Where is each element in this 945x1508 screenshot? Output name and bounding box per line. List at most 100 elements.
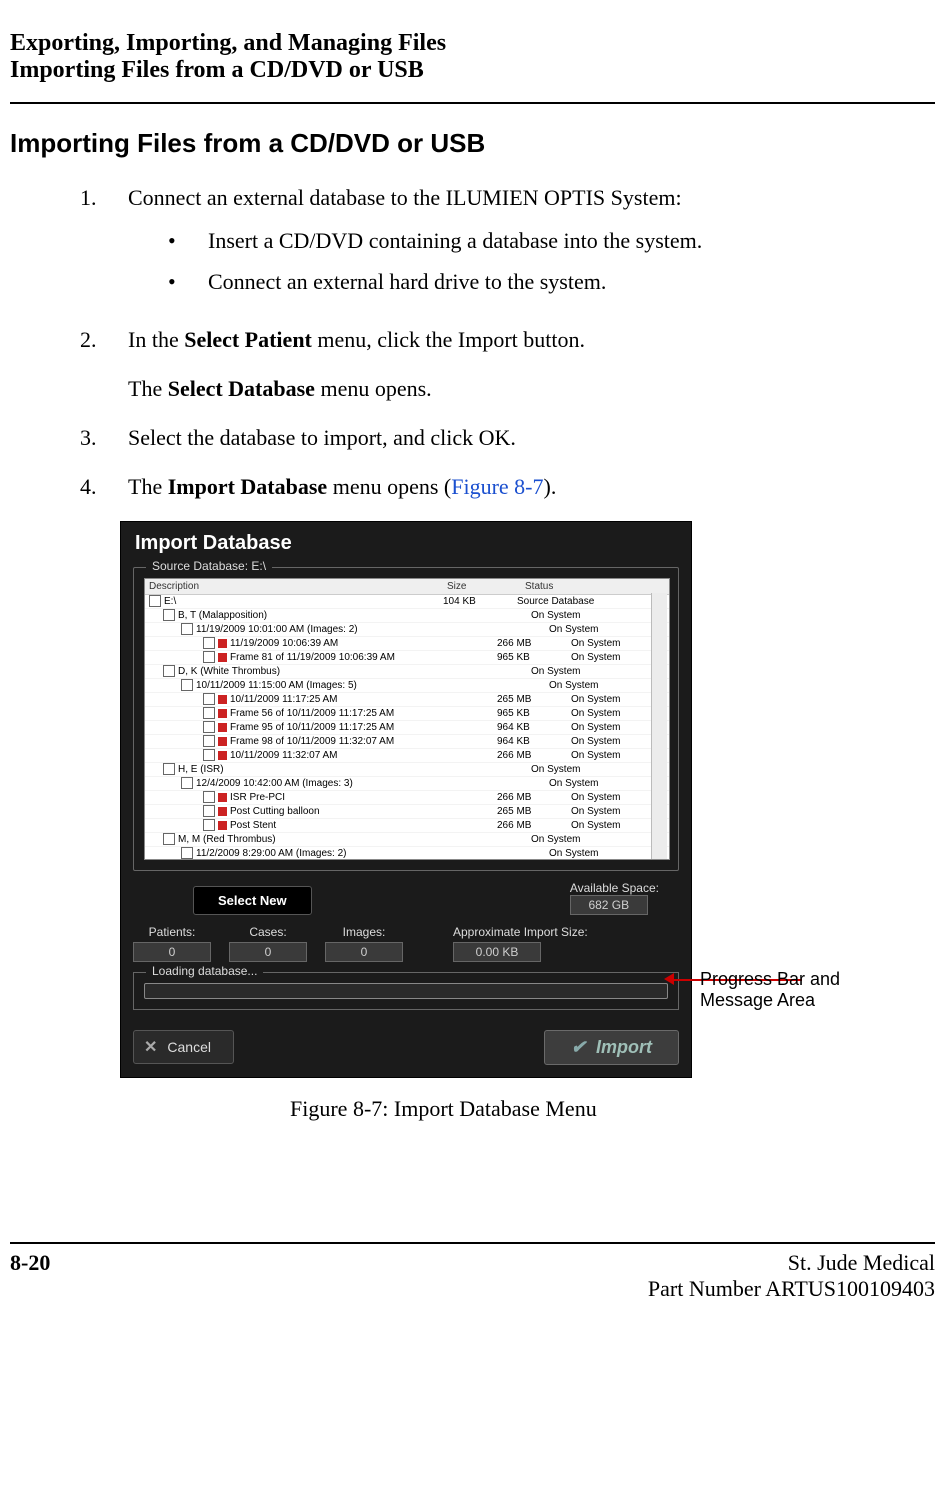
cases-label: Cases: [229,925,307,939]
text: Select Database [168,376,315,401]
checkbox[interactable] [203,707,215,719]
scrollbar[interactable] [651,593,667,859]
table-row[interactable]: H, E (ISR) On System [145,763,669,777]
select-new-button[interactable]: Select New [193,886,312,915]
loading-legend: Loading database... [146,964,263,978]
row-size: 266 MB [495,792,569,803]
row-description: 11/19/2009 10:01:00 AM (Images: 2) [196,624,358,635]
table-row[interactable]: Frame 56 of 10/11/2009 11:17:25 AM965 KB… [145,707,669,721]
row-status: On System [529,610,669,621]
checkbox[interactable] [203,721,215,733]
checkbox[interactable] [203,819,215,831]
cancel-button[interactable]: ✕ Cancel [133,1030,234,1064]
text: Message Area [700,990,815,1010]
table-row[interactable]: 10/11/2009 11:32:07 AM266 MBOn System [145,749,669,763]
file-icon [218,793,227,802]
bullet-text: Connect an external hard drive to the sy… [208,267,606,298]
import-button[interactable]: ✔ Import [544,1030,679,1065]
row-description: 10/11/2009 11:15:00 AM (Images: 5) [196,680,357,691]
database-tree[interactable]: Description Size Status E:\104 KBSource … [144,578,670,860]
checkbox[interactable] [181,777,193,789]
table-row[interactable]: B, T (Malapposition) On System [145,609,669,623]
row-description: B, T (Malapposition) [178,610,267,621]
section-title: Importing Files from a CD/DVD or USB [10,57,935,84]
checkbox[interactable] [163,763,175,775]
text: PTIS [560,185,605,210]
checkbox[interactable] [203,693,215,705]
checkbox[interactable] [163,609,175,621]
approx-size-value: 0.00 KB [453,942,541,962]
text: Progress Bar and [700,969,840,989]
table-row[interactable]: 11/19/2009 10:06:39 AM266 MBOn System [145,637,669,651]
table-row[interactable]: 10/11/2009 11:17:25 AM265 MBOn System [145,693,669,707]
step-number: 4. [80,472,128,503]
text: Connect an external database to the I [128,185,453,210]
checkbox[interactable] [149,595,161,607]
text: LUMIEN [453,185,539,210]
text: menu opens ( [327,474,451,499]
text: The [128,474,168,499]
file-icon [218,737,227,746]
table-row[interactable]: Post Stent266 MBOn System [145,819,669,833]
checkbox[interactable] [163,833,175,845]
row-description: 11/19/2009 10:06:39 AM [230,638,338,649]
bullet-mark: • [168,226,208,257]
row-status: On System [529,764,669,775]
row-description: ISR Pre-PCI [230,792,285,803]
checkbox[interactable] [203,651,215,663]
file-icon [218,807,227,816]
file-icon [218,709,227,718]
table-row[interactable]: Frame 98 of 10/11/2009 11:32:07 AM964 KB… [145,735,669,749]
checkbox[interactable] [203,805,215,817]
checkbox[interactable] [181,679,193,691]
checkbox[interactable] [203,791,215,803]
row-size: 964 KB [495,722,569,733]
file-icon [218,695,227,704]
available-space-value: 682 GB [570,895,648,915]
figure-link[interactable]: Figure 8-7 [451,474,543,499]
images-value: 0 [325,942,403,962]
row-description: 10/11/2009 11:17:25 AM [230,694,338,705]
figure-caption: Figure 8-7: Import Database Menu [290,1096,900,1122]
row-description: Frame 81 of 11/19/2009 10:06:39 AM [230,652,395,663]
row-description: H, E (ISR) [178,764,224,775]
table-row[interactable]: 12/4/2009 10:42:00 AM (Images: 3)On Syst… [145,777,669,791]
table-row[interactable]: 11/2/2009 8:29:00 AM (Images: 2)On Syste… [145,847,669,860]
table-row[interactable]: Frame 81 of 11/19/2009 10:06:39 AM 965 KB… [145,651,669,665]
table-row[interactable]: 11/19/2009 10:01:00 AM (Images: 2)On Sys… [145,623,669,637]
col-description: Description [145,579,443,594]
row-size: 266 MB [495,820,569,831]
table-row[interactable]: Frame 95 of 10/11/2009 11:17:25 AM 964 KB… [145,721,669,735]
table-row[interactable]: M, M (Red Thrombus)On System [145,833,669,847]
checkbox[interactable] [181,623,193,635]
table-row[interactable]: Post Cutting balloon265 MBOn System [145,805,669,819]
col-status: Status [521,579,669,594]
checkbox[interactable] [203,735,215,747]
row-description: M, M (Red Thrombus) [178,834,276,845]
text: Select Patient [184,327,312,352]
step-2-body: In the Select Patient menu, click the Im… [128,325,935,405]
row-description: 10/11/2009 11:32:07 AM [230,750,338,761]
import-database-screenshot: Import Database Source Database: E:\ Des… [120,521,692,1078]
table-row[interactable]: E:\104 KBSource Database [145,595,669,609]
chapter-title: Exporting, Importing, and Managing Files [10,30,935,57]
row-description: Frame 95 of 10/11/2009 11:17:25 AM [230,722,394,733]
checkbox[interactable] [203,749,215,761]
page-number: 8-20 [10,1250,50,1302]
row-status: Source Database [515,596,669,607]
checkbox[interactable] [203,637,215,649]
text: menu opens. [315,376,432,401]
checkbox[interactable] [181,847,193,859]
text: menu, click the Import button. [312,327,585,352]
progress-bar [144,983,668,999]
table-row[interactable]: D, K (White Thrombus)On System [145,665,669,679]
table-row[interactable]: 10/11/2009 11:15:00 AM (Images: 5)On Sys… [145,679,669,693]
table-row[interactable]: ISR Pre-PCI266 MBOn System [145,791,669,805]
checkbox[interactable] [163,665,175,677]
row-size: 266 MB [495,638,569,649]
file-icon [218,639,227,648]
row-size: 965 KB [495,708,569,719]
approx-size-label: Approximate Import Size: [453,925,588,939]
row-size: 965 KB [495,652,569,663]
step-1-body: Connect an external database to the ILUM… [128,183,935,307]
